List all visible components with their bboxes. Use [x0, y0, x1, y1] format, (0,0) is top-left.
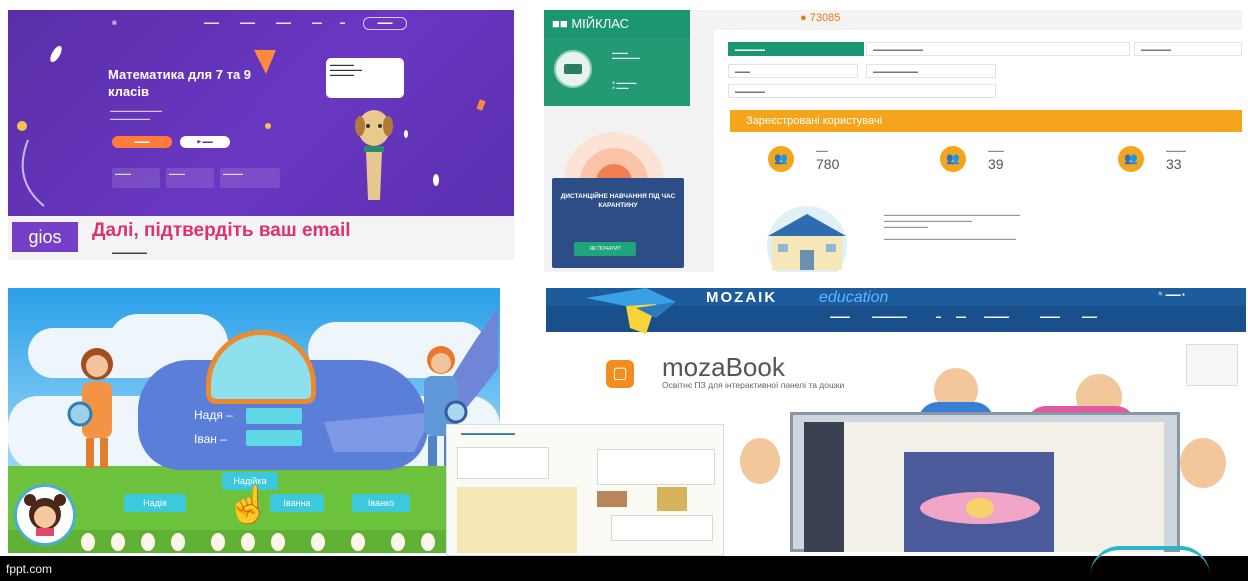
gios-feature-card: ▬▬▬▬	[112, 168, 160, 188]
points-counter: ● 73085	[800, 12, 840, 24]
coin-icon: ●	[800, 12, 807, 24]
signal-illustration	[564, 132, 664, 182]
mozaik-bird-logo	[586, 288, 676, 334]
myklas-screenshot: ■■ МІЙКЛАС ▬▬▬▬ ▬▬▬▬▬▬▬ ⊕ ▬▬▬▬▬ ⊕ ▬▬▬ ДИСТ…	[544, 10, 1242, 272]
students-count: 780	[816, 156, 840, 172]
child-left-head	[740, 438, 780, 484]
gios-hero-subtitle: ▬▬▬▬▬▬▬▬▬▬▬▬▬	[110, 108, 162, 113]
worksheet-answer-area[interactable]	[611, 515, 713, 541]
teachers-icon: 👥	[940, 146, 966, 172]
menu-item[interactable]: ▬▬	[956, 314, 966, 320]
child-right-head	[1180, 438, 1226, 488]
confirm-email-message: Далі, підтвердіть ваш email	[92, 220, 351, 241]
gios-screenshot: ▦ ▬▬▬ ▬▬▬ ▬▬▬ ▬▬ ▬ ▬▬▬ Математика для 7 …	[8, 10, 514, 260]
name-label-ivan: Іван –	[194, 432, 227, 446]
myklas-brand-label: МІЙКЛАС	[571, 16, 630, 31]
tab-classes[interactable]: ▬▬▬	[728, 64, 858, 78]
gios-feature-card: ▬▬▬▬	[166, 168, 214, 188]
choice-ivanna[interactable]: Іванна	[270, 494, 324, 512]
gios-banner-subtext: ▬▬▬▬▬▬▬	[112, 250, 147, 256]
myklas-brand[interactable]: ■■ МІЙКЛАС	[544, 10, 690, 38]
gios-feature-card: ▬▬▬▬▬	[220, 168, 280, 188]
stat-label: ▬▬▬▬	[988, 148, 1004, 153]
rocket-game-screenshot: Надя – Іван – Надія Іванна Іванко Надійк…	[8, 288, 500, 553]
flower-shape	[920, 492, 1040, 524]
menu-item[interactable]: ▬▬▬▬▬▬▬	[872, 314, 907, 320]
user-meta: ⊕ ▬▬▬▬▬ ⊕ ▬▬▬	[612, 80, 637, 90]
menu-item[interactable]: ▬▬▬▬	[1040, 314, 1060, 320]
menu-item[interactable]: ▬▬▬▬▬	[984, 314, 1009, 320]
mozaik-brand-suffix: education	[819, 289, 889, 306]
stat-label: ▬▬▬	[816, 148, 828, 153]
mozaik-brand[interactable]: MOZAIK	[706, 289, 777, 306]
tab-users[interactable]: ▬▬▬▬▬▬▬▬▬	[866, 64, 996, 78]
tab-schedule[interactable]: ▬▬▬▬▬▬	[728, 84, 996, 98]
user-avatar-icon	[554, 50, 592, 88]
tab-school-profile[interactable]: ▬▬▬▬▬▬	[728, 42, 864, 56]
myklas-info-text: ▬▬▬▬▬▬▬▬▬▬▬▬▬▬▬▬▬▬▬▬▬▬▬▬▬▬▬▬▬▬▬▬▬▬ ▬▬▬▬▬▬…	[884, 212, 1020, 241]
mozabook-icon: ▢	[606, 360, 634, 388]
mozabook-title: mozaBook	[662, 352, 785, 382]
gios-cta-secondary[interactable]: ▶ ▬▬	[180, 136, 230, 148]
worksheet-screenshot: ▬▬▬▬▬▬▬▬▬	[446, 424, 724, 556]
tab-registered[interactable]: ▬▬▬▬▬▬▬▬▬▬	[866, 42, 1130, 56]
choice-nadiia[interactable]: Надія	[124, 494, 186, 512]
points-value: 73085	[809, 12, 841, 24]
registered-users-header: Зареєстровані користувачі	[730, 110, 1242, 132]
class-teacher-icon: 👥	[1118, 146, 1144, 172]
teacher-badge-icon[interactable]	[1186, 344, 1238, 386]
decorative-arc	[1090, 546, 1210, 576]
worksheet-note	[457, 487, 577, 553]
gios-hero-title: Математика для 7 та 9 класів	[108, 67, 252, 99]
gios-logo: gios	[12, 222, 78, 252]
worksheet-image	[597, 491, 627, 507]
worksheet-box	[597, 449, 715, 485]
name-label-nadia: Надя –	[194, 408, 233, 422]
stat-label: ▬▬▬▬▬	[1166, 148, 1186, 153]
board-thumbnails	[804, 422, 844, 552]
menu-item[interactable]: ▬▬▬▬	[830, 314, 850, 320]
gios-cta-primary[interactable]: ▬▬▬	[112, 136, 172, 148]
search-icon[interactable]: 🔍 ▬▬▬ ●	[1158, 292, 1185, 298]
students-icon: 👥	[768, 146, 794, 172]
worksheet-title[interactable]: ▬▬▬▬▬▬▬▬▬	[461, 431, 515, 437]
footer-text: fppt.com	[6, 562, 53, 576]
logo-icon: ■■	[552, 16, 568, 31]
answer-slot[interactable]	[246, 408, 302, 424]
worksheet-image	[657, 487, 687, 511]
class-teachers-count: 33	[1166, 156, 1182, 172]
mozabook-description: Освітнє ПЗ для інтерактивної панелі та д…	[662, 380, 845, 390]
teachers-count: 39	[988, 156, 1004, 172]
menu-item[interactable]: ▬▬▬	[1082, 314, 1097, 320]
girl-astronaut	[67, 348, 113, 468]
tab-statistics[interactable]: ▬▬▬▬▬▬	[1134, 42, 1242, 56]
answer-slot[interactable]	[246, 430, 302, 446]
girl-face	[24, 494, 66, 536]
quarantine-promo-text: ДИСТАНЦІЙНЕ НАВЧАННЯ ПІД ЧАС КАРАНТИНУ	[560, 193, 676, 209]
mascot-dog-illustration	[355, 110, 393, 200]
slide-footer: fppt.com	[0, 546, 1248, 581]
menu-item[interactable]: ▬	[936, 314, 941, 320]
choice-ivanko[interactable]: Іванко	[352, 494, 410, 512]
eggs-decoration	[81, 533, 435, 551]
how-to-start-button[interactable]: ЯК ПОЧАТИ?	[574, 242, 636, 256]
school-building-illustration	[767, 206, 847, 272]
gios-hero-subtitle: ▬▬▬▬▬▬▬▬▬▬	[110, 116, 150, 121]
gios-speech-bubble: ▬▬▬▬▬▬ ▬▬▬▬▬▬▬▬ ▬▬▬▬▬▬	[326, 58, 404, 98]
hand-cursor-icon: ☝	[226, 484, 271, 525]
user-name: ▬▬▬▬ ▬▬▬▬▬▬▬	[612, 50, 640, 60]
worksheet-box	[457, 447, 549, 479]
